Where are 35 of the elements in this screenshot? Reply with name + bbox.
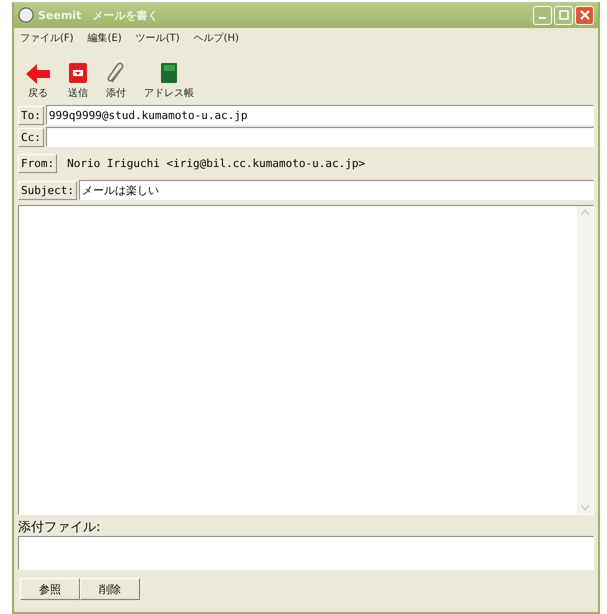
toolbar-button[interactable]: 戻る — [22, 64, 54, 100]
field-label-button[interactable]: From: — [18, 154, 58, 173]
scrollbar[interactable] — [577, 206, 593, 514]
field-label-button[interactable]: Subject: — [18, 180, 77, 200]
toolbar-button[interactable]: 送信 — [64, 62, 92, 100]
field-label-button[interactable]: To: — [18, 106, 44, 124]
menu-item[interactable]: ツール(T) — [136, 31, 180, 45]
field-label-button[interactable]: Cc: — [18, 128, 44, 146]
attachments-label: 添付ファイル: — [17, 519, 102, 536]
input-field[interactable]: 999q9999@stud.kumamoto-u.ac.jp — [46, 105, 594, 125]
input-field[interactable]: メールは楽しい — [78, 180, 594, 200]
action-button[interactable]: 削除 — [80, 578, 140, 600]
app-icon — [18, 7, 34, 23]
window-title: Seemit メールを書く — [38, 8, 158, 22]
maximize-button[interactable] — [554, 6, 573, 24]
message-body[interactable] — [18, 205, 594, 515]
toolbar-button[interactable]: 添付 — [102, 62, 130, 100]
close-button[interactable] — [575, 6, 594, 24]
minimize-button[interactable] — [533, 6, 552, 24]
back-arrow-icon — [26, 64, 50, 84]
scroll-up-icon[interactable] — [581, 210, 589, 215]
sender-address: Norio Iriguchi <irig@bil.cc.kumamoto-u.ac.jp> — [66, 157, 366, 170]
maximize-icon[interactable] — [558, 10, 568, 20]
toolbar-button[interactable]: アドレス帳 — [140, 62, 198, 100]
mailbox-icon — [68, 62, 88, 84]
close-icon[interactable] — [580, 10, 590, 20]
input-field[interactable] — [46, 127, 594, 147]
menu-item[interactable]: ヘルプ(H) — [194, 31, 239, 45]
menu-item[interactable]: 編集(E) — [88, 31, 122, 45]
book-icon — [160, 62, 178, 84]
menu-item[interactable]: ファイル(F) — [20, 31, 74, 45]
attachments-list[interactable] — [18, 536, 594, 570]
paperclip-icon — [107, 62, 125, 84]
scroll-down-icon[interactable] — [581, 505, 589, 510]
action-button[interactable]: 参照 — [20, 578, 80, 600]
